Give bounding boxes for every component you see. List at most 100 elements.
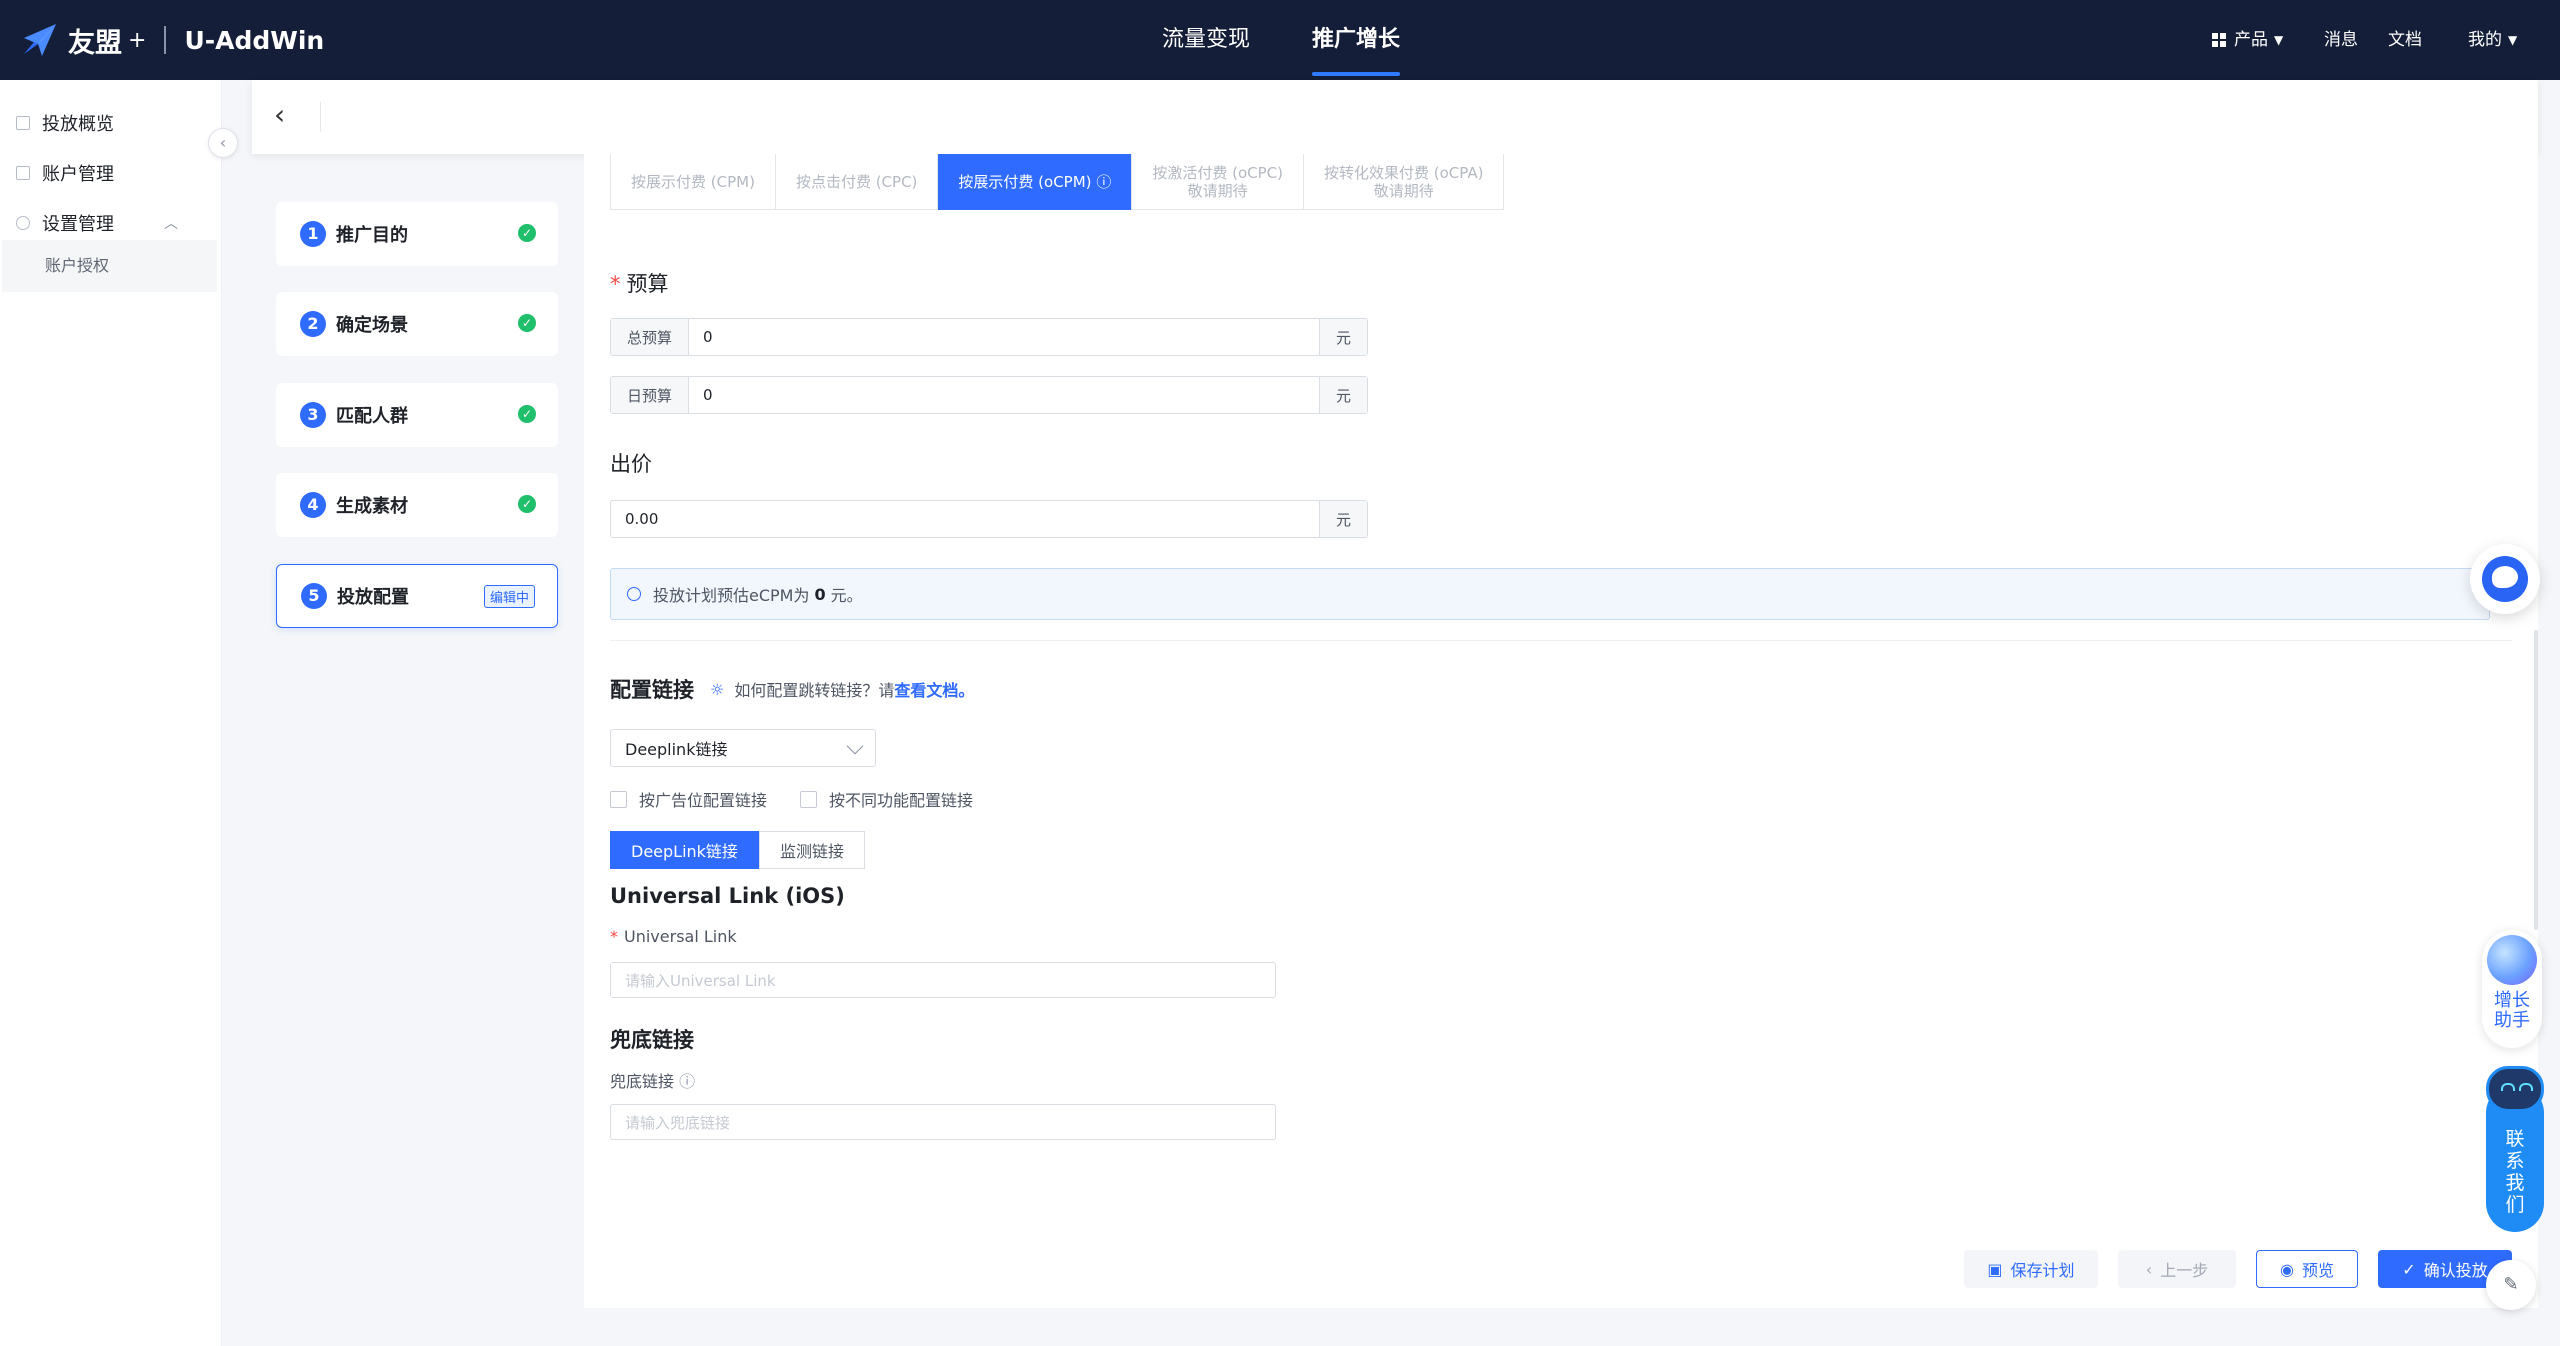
universal-link-label: * Universal Link	[610, 927, 737, 946]
required-asterisk: *	[610, 272, 621, 296]
growth-assistant-button[interactable]: 增长助手	[2482, 930, 2542, 1048]
robot-icon	[2486, 1066, 2544, 1112]
preview-label: 预览	[2301, 1261, 2334, 1280]
feedback-icon[interactable]: ✎	[2486, 1260, 2536, 1310]
step-number: 2	[300, 311, 326, 337]
chevron-left-icon: ‹	[219, 133, 227, 152]
checkbox-by-ad-slot[interactable]: 按广告位配置链接	[610, 787, 767, 811]
tab-ocpc[interactable]: 按激活付费 (oCPC) 敬请期待	[1132, 154, 1304, 210]
segment-monitor[interactable]: 监测链接	[758, 831, 865, 869]
save-plan-button[interactable]: ▣ 保存计划	[1964, 1250, 2098, 1288]
sidebar-subitem-account-auth[interactable]: 账户授权	[2, 240, 217, 292]
step-scenario[interactable]: 2 确定场景 ✓	[276, 292, 558, 356]
tab-label: 按点击付费 (CPC)	[795, 173, 918, 191]
tab-label-row: 按展示付费 (oCPM) ⓘ	[958, 173, 1111, 191]
notice-text-end: 元。	[830, 586, 863, 605]
tab-label: 按展示付费 (oCPM)	[958, 173, 1092, 191]
fallback-link-label-text: 兜底链接	[610, 1072, 675, 1091]
view-docs-link[interactable]: 查看文档。	[894, 677, 974, 701]
select-value: Deeplink链接	[625, 740, 728, 759]
ecpm-notice: 投放计划预估eCPM为 0 元。	[610, 568, 2490, 620]
mine-label: 我的	[2468, 30, 2502, 50]
universal-link-label-text: Universal Link	[624, 927, 737, 946]
nav-promotion-growth[interactable]: 推广增长	[1312, 0, 1401, 80]
step-delivery-config[interactable]: 5 投放配置 编辑中	[276, 564, 558, 628]
checkbox-box[interactable]	[610, 790, 627, 808]
caret-down-icon: ▼	[2508, 33, 2518, 47]
total-budget-input[interactable]: 0	[689, 319, 1319, 355]
sidebar-item-overview[interactable]: 投放概览	[16, 110, 114, 136]
checkbox-by-function[interactable]: 按不同功能配置链接	[800, 787, 973, 811]
list-icon	[16, 116, 30, 130]
messages-link[interactable]: 消息	[2324, 0, 2358, 80]
step-creative[interactable]: 4 生成素材 ✓	[276, 473, 558, 537]
chat-bubble-icon[interactable]	[2470, 544, 2540, 614]
tab-label: 按转化效果付费 (oCPA)	[1323, 164, 1484, 182]
field-suffix: 元	[1319, 377, 1367, 413]
total-budget-field: 总预算 0 元	[610, 318, 1368, 356]
checkbox-box[interactable]	[800, 790, 817, 808]
product-menu[interactable]: 产品 ▼	[2212, 0, 2283, 80]
ecpm-value: 0	[814, 584, 826, 604]
daily-budget-input[interactable]: 0	[689, 377, 1319, 413]
tab-cpc[interactable]: 按点击付费 (CPC)	[776, 154, 939, 210]
check-icon: ✓	[2402, 1259, 2416, 1279]
budget-heading: * 预算	[610, 268, 669, 298]
field-suffix: 元	[1319, 501, 1367, 537]
umeng-logo-icon	[24, 24, 56, 56]
universal-link-input[interactable]: 请输入Universal Link	[610, 962, 1276, 998]
check-circle-icon: ✓	[518, 224, 536, 242]
step-label: 匹配人群	[336, 406, 408, 427]
brand-plus: +	[128, 27, 147, 53]
contact-us-label: 联系我们	[2505, 1128, 2525, 1216]
field-prefix: 日预算	[611, 377, 689, 413]
checkbox-label: 按不同功能配置链接	[829, 791, 974, 810]
section-divider	[610, 640, 2512, 641]
preview-button[interactable]: ◉ 预览	[2256, 1250, 2358, 1288]
bid-input[interactable]: 0.00	[611, 501, 1319, 537]
editing-badge: 编辑中	[483, 585, 535, 608]
product-label: 产品	[2234, 30, 2268, 50]
chevron-up-icon: ︿	[164, 216, 178, 232]
sidebar-item-settings[interactable]: 设置管理 ︿	[16, 210, 178, 236]
step-promotion-goal[interactable]: 1 推广目的 ✓	[276, 202, 558, 266]
eye-icon: ◉	[2280, 1259, 2294, 1279]
tab-ocpa[interactable]: 按转化效果付费 (oCPA) 敬请期待	[1304, 154, 1503, 210]
chevron-left-icon: ‹	[2145, 1259, 2153, 1279]
sidebar: 投放概览 账户管理 设置管理 ︿ 账户授权	[0, 80, 222, 1346]
step-label: 生成素材	[336, 496, 408, 517]
collapse-sidebar-button[interactable]: ‹	[208, 128, 238, 158]
bid-field: 0.00 元	[610, 500, 1368, 538]
sidebar-item-label: 账户管理	[42, 164, 114, 185]
mine-menu[interactable]: 我的 ▼	[2468, 0, 2517, 80]
back-arrow-icon[interactable]: ‹	[274, 98, 285, 131]
docs-link[interactable]: 文档	[2388, 0, 2422, 80]
check-circle-icon: ✓	[518, 405, 536, 423]
sidebar-item-accounts[interactable]: 账户管理	[16, 160, 114, 186]
fallback-link-input[interactable]: 请输入兜底链接	[610, 1104, 1276, 1140]
config-panel: 按展示付费 (CPM) 按点击付费 (CPC) 按展示付费 (oCPM) ⓘ 按…	[584, 154, 2538, 1308]
prev-label: 上一步	[2160, 1261, 2209, 1280]
assistant-orb-icon	[2487, 935, 2537, 985]
top-navigation-bar: 友盟 + U-AddWin 流量变现 推广增长 产品 ▼ 消息 文档 我的 ▼	[0, 0, 2560, 80]
logo[interactable]: 友盟 + U-AddWin	[20, 16, 324, 64]
caret-down-icon: ▼	[2274, 33, 2284, 47]
scrollbar[interactable]	[2534, 630, 2538, 930]
link-config-title: 配置链接	[610, 678, 694, 702]
tab-cpm[interactable]: 按展示付费 (CPM)	[611, 154, 776, 210]
daily-budget-field: 日预算 0 元	[610, 376, 1368, 414]
tab-ocpm[interactable]: 按展示付费 (oCPM) ⓘ	[938, 154, 1133, 210]
tab-label: 按激活付费 (oCPC)	[1152, 164, 1283, 182]
grid-icon	[2212, 33, 2226, 47]
prev-step-button[interactable]: ‹ 上一步	[2118, 1250, 2236, 1288]
step-audience[interactable]: 3 匹配人群 ✓	[276, 383, 558, 447]
account-icon	[16, 166, 30, 180]
app-name: U-AddWin	[184, 25, 325, 55]
step-label: 投放配置	[337, 587, 409, 608]
segment-deeplink[interactable]: DeepLink链接	[610, 831, 759, 869]
billing-mode-tabs: 按展示付费 (CPM) 按点击付费 (CPC) 按展示付费 (oCPM) ⓘ 按…	[610, 154, 1505, 210]
link-type-select[interactable]: Deeplink链接	[610, 729, 876, 767]
check-circle-icon: ✓	[518, 495, 536, 513]
nav-traffic-monetization[interactable]: 流量变现	[1162, 0, 1250, 80]
field-suffix: 元	[1319, 319, 1367, 355]
